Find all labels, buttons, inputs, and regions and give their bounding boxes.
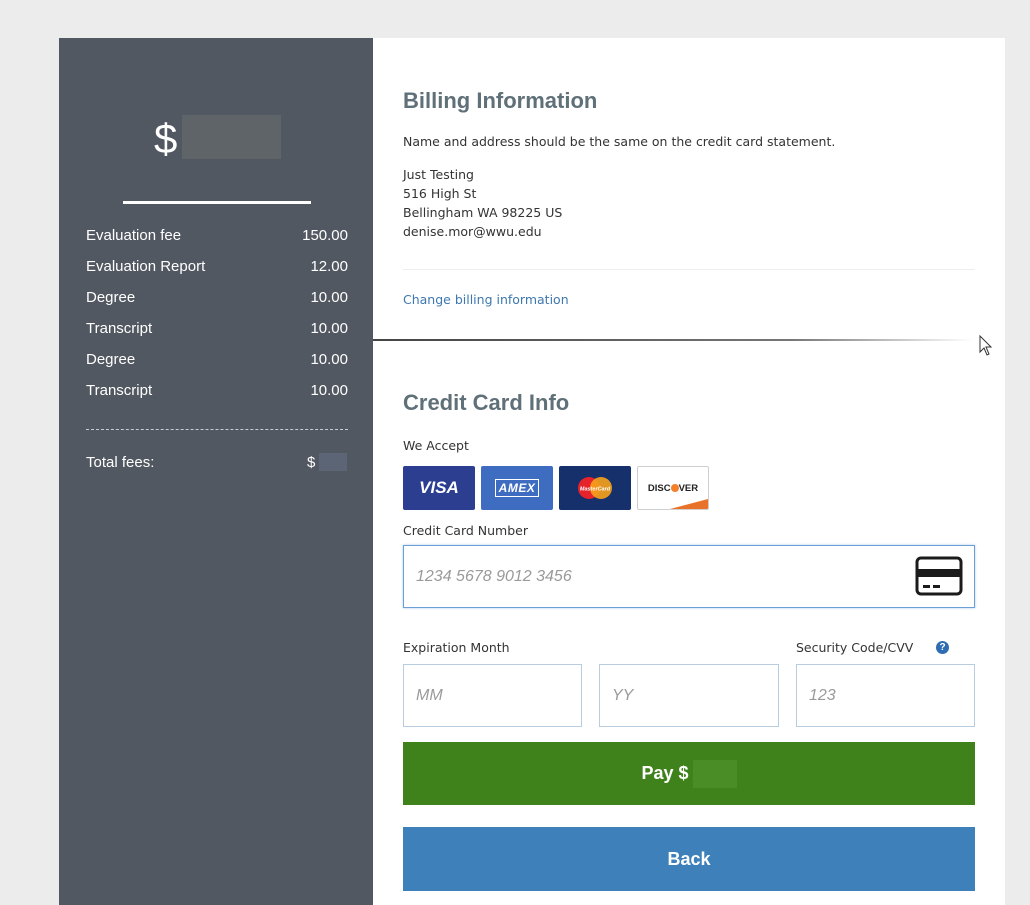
total-divider	[86, 429, 348, 430]
billing-heading: Billing Information	[403, 88, 598, 113]
fee-amount: 10.00	[310, 288, 348, 306]
billing-name: Just Testing	[403, 167, 474, 182]
credit-card-icon	[915, 556, 963, 596]
discover-text-b: VER	[678, 482, 699, 494]
mouse-pointer-icon	[979, 335, 993, 356]
payment-form-panel: Billing Information Name and address sho…	[373, 38, 1005, 905]
fee-row: Degree 10.00	[86, 287, 348, 307]
credit-card-heading: Credit Card Info	[403, 390, 570, 415]
pay-amount-redacted	[692, 759, 737, 788]
card-number-label: Credit Card Number	[403, 523, 528, 538]
total-fees-label: Total fees:	[86, 454, 155, 471]
mastercard-icon: MasterCard	[559, 466, 631, 510]
billing-email: denise.mor@wwu.edu	[403, 224, 542, 239]
expiration-year-input[interactable]: YY	[599, 664, 779, 727]
billing-note: Name and address should be the same on t…	[403, 134, 836, 149]
fee-amount: 10.00	[310, 319, 348, 337]
fee-amount: 10.00	[310, 350, 348, 368]
fee-amount: 12.00	[310, 257, 348, 275]
discover-text-a: DISC	[647, 482, 671, 494]
total-amount-symbol: $	[154, 115, 178, 162]
discover-ring	[670, 484, 679, 492]
fee-label: Evaluation Report	[86, 257, 206, 275]
total-fees-currency: $	[307, 454, 316, 471]
billing-city-line: Bellingham WA 98225 US	[403, 205, 563, 220]
fee-amount: 150.00	[302, 226, 348, 244]
summary-divider	[123, 201, 311, 204]
billing-address: Just Testing 516 High St Bellingham WA 9…	[403, 165, 562, 241]
visa-icon: VISA	[403, 466, 475, 510]
help-icon[interactable]: ?	[936, 641, 949, 654]
pay-button-label: Pay $	[641, 763, 689, 783]
fee-row: Evaluation fee 150.00	[86, 225, 348, 245]
visa-text: VISA	[419, 478, 459, 497]
change-billing-link[interactable]: Change billing information	[403, 292, 569, 307]
fee-label: Degree	[86, 288, 136, 306]
fee-label: Transcript	[86, 319, 153, 337]
mastercard-logo: MasterCard	[578, 477, 612, 499]
we-accept-label: We Accept	[403, 438, 469, 453]
expiration-month-input[interactable]: MM	[403, 664, 582, 727]
fee-row: Evaluation Report 12.00	[86, 256, 348, 276]
total-amount-redacted	[182, 115, 281, 159]
cvv-input[interactable]: 123	[796, 664, 975, 727]
fee-label: Evaluation fee	[86, 226, 182, 244]
fee-summary-panel: $ Evaluation fee 150.00 Evaluation Repor…	[59, 38, 373, 905]
fee-row: Degree 10.00	[86, 349, 348, 369]
fee-label: Degree	[86, 350, 136, 368]
mastercard-text: MasterCard	[580, 487, 611, 493]
back-button[interactable]: Back	[403, 827, 975, 891]
fee-label: Transcript	[86, 381, 153, 399]
billing-street: 516 High St	[403, 186, 477, 201]
discover-icon: DISC VER	[637, 466, 709, 510]
fee-row: Transcript 10.00	[86, 380, 348, 400]
accepted-cards: VISA AMEX MasterCard DISC VER	[403, 466, 709, 510]
section-divider	[373, 339, 973, 341]
pay-button[interactable]: Pay $	[403, 742, 975, 805]
fee-row: Transcript 10.00	[86, 318, 348, 338]
card-number-input[interactable]: 1234 5678 9012 3456	[403, 545, 975, 608]
billing-divider	[403, 269, 975, 270]
amex-text: AMEX	[494, 479, 540, 497]
amex-icon: AMEX	[481, 466, 553, 510]
discover-corner	[670, 499, 708, 509]
total-fees-redacted	[319, 453, 347, 471]
expiration-label: Expiration Month	[403, 640, 510, 655]
cvv-label: Security Code/CVV	[796, 640, 914, 655]
fee-amount: 10.00	[310, 381, 348, 399]
